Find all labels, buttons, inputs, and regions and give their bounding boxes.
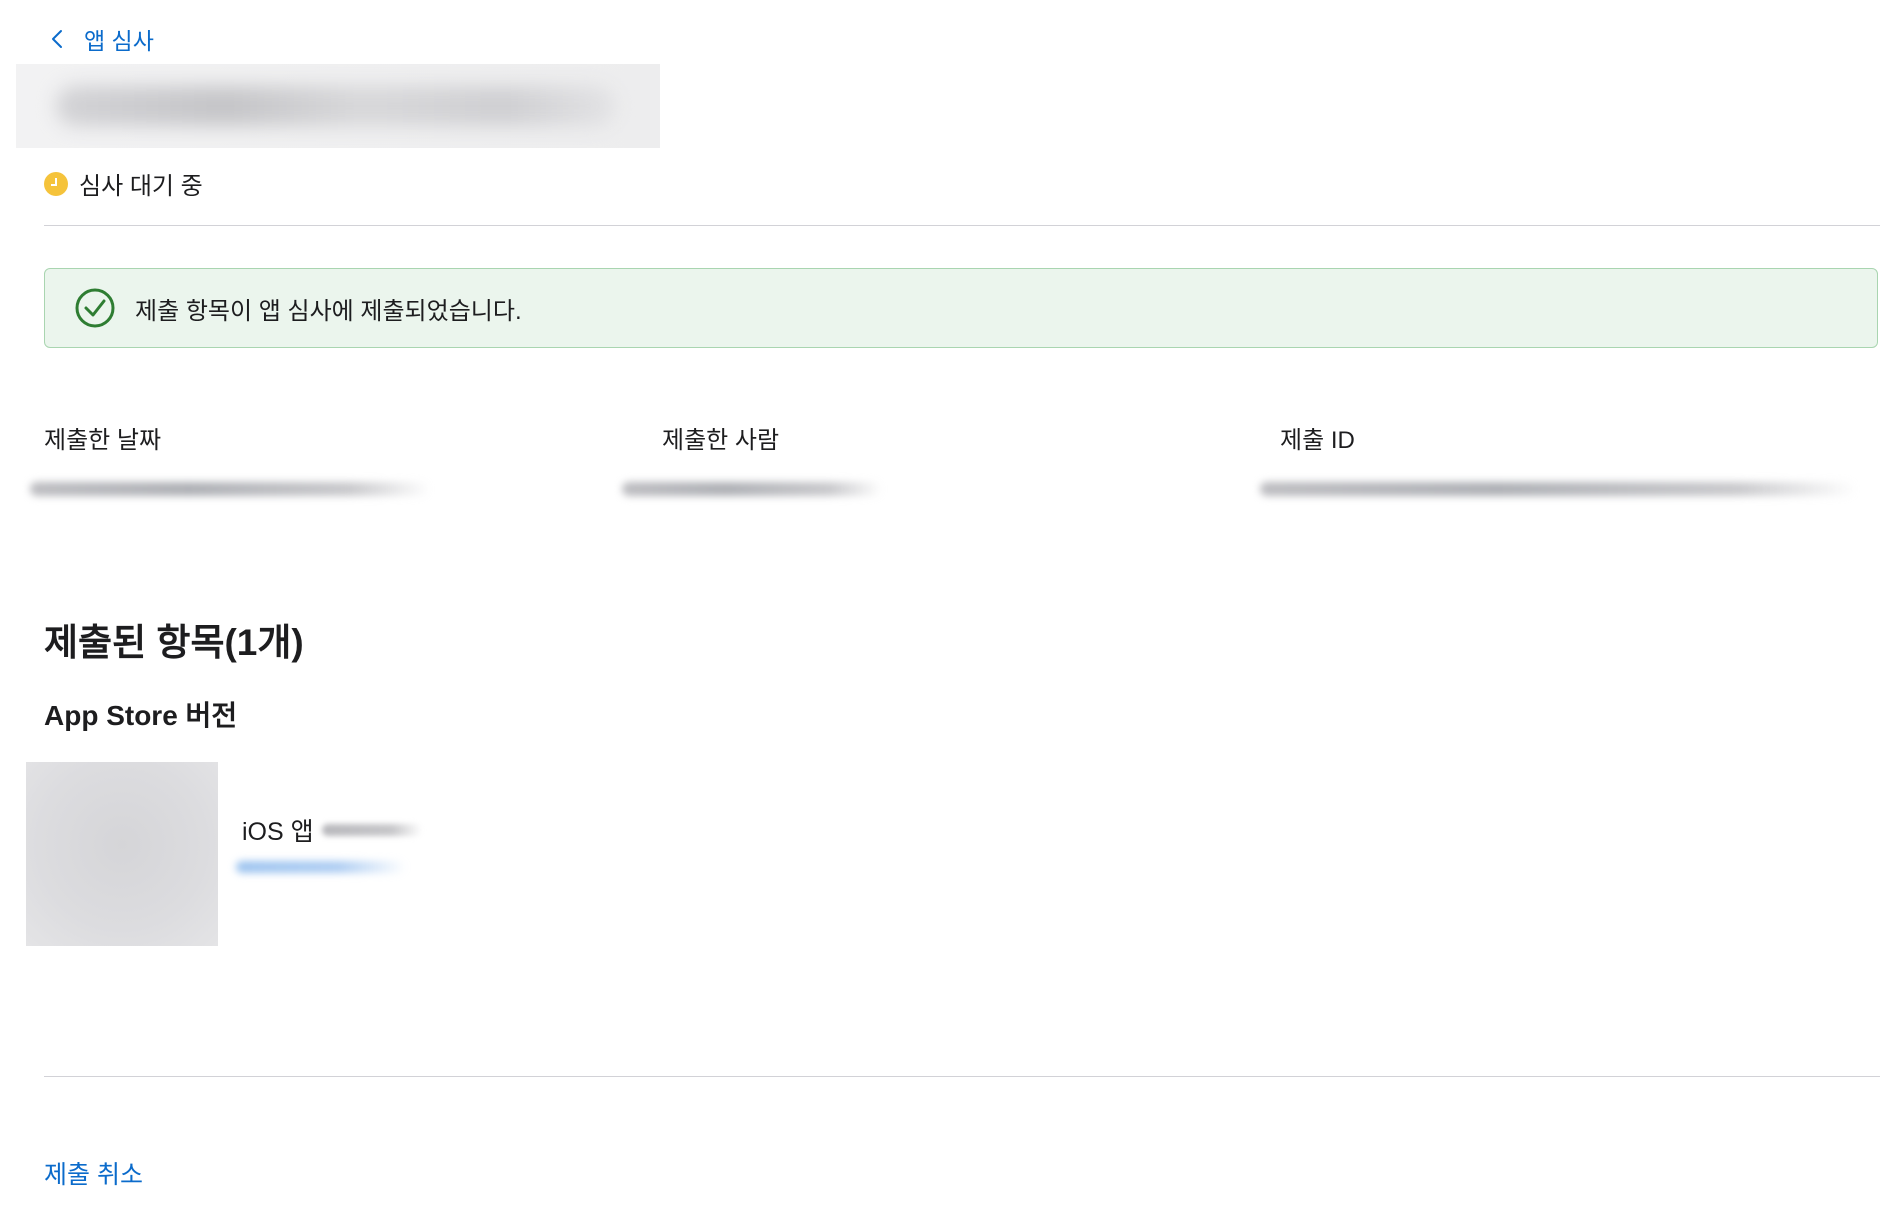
- submitted-date-label: 제출한 날짜: [44, 427, 162, 454]
- chevron-left-icon: [44, 26, 70, 52]
- check-circle-icon: [75, 288, 115, 328]
- item-platform-label: iOS 앱: [242, 818, 314, 846]
- back-link-label: 앱 심사: [84, 28, 154, 54]
- clock-icon: [44, 171, 68, 196]
- status-label: 심사 대기 중: [79, 173, 203, 200]
- submitted-items-heading: 제출된 항목(1개): [44, 622, 304, 663]
- banner-message: 제출 항목이 앱 심사에 제출되었습니다.: [135, 297, 522, 325]
- item-name: iOS 앱: [242, 812, 422, 848]
- submitted-by-label: 제출한 사람: [662, 427, 780, 454]
- submitted-by-value-redacted: [622, 482, 882, 496]
- divider: [44, 1076, 1880, 1077]
- success-banner: 제출 항목이 앱 심사에 제출되었습니다.: [44, 268, 1878, 348]
- divider: [44, 225, 1880, 226]
- submission-id: 제출 ID: [1280, 420, 1355, 455]
- item-version-redacted: [321, 824, 422, 836]
- submission-id-value-redacted: [1260, 482, 1856, 496]
- item-link-redacted[interactable]: [236, 861, 406, 873]
- submitted-date: 제출한 날짜: [44, 420, 161, 455]
- cancel-submission-link[interactable]: 제출 취소: [44, 1155, 143, 1191]
- submission-id-label: 제출 ID: [1280, 427, 1355, 454]
- app-store-version-heading: App Store 버전: [44, 700, 238, 731]
- submitted-date-value-redacted: [30, 482, 430, 496]
- back-to-app-review-link[interactable]: 앱 심사: [44, 22, 154, 56]
- app-icon-redacted[interactable]: [26, 762, 218, 946]
- app-title-redacted: [16, 64, 660, 148]
- review-status: 심사 대기 중: [44, 166, 203, 201]
- submitted-by: 제출한 사람: [662, 420, 779, 455]
